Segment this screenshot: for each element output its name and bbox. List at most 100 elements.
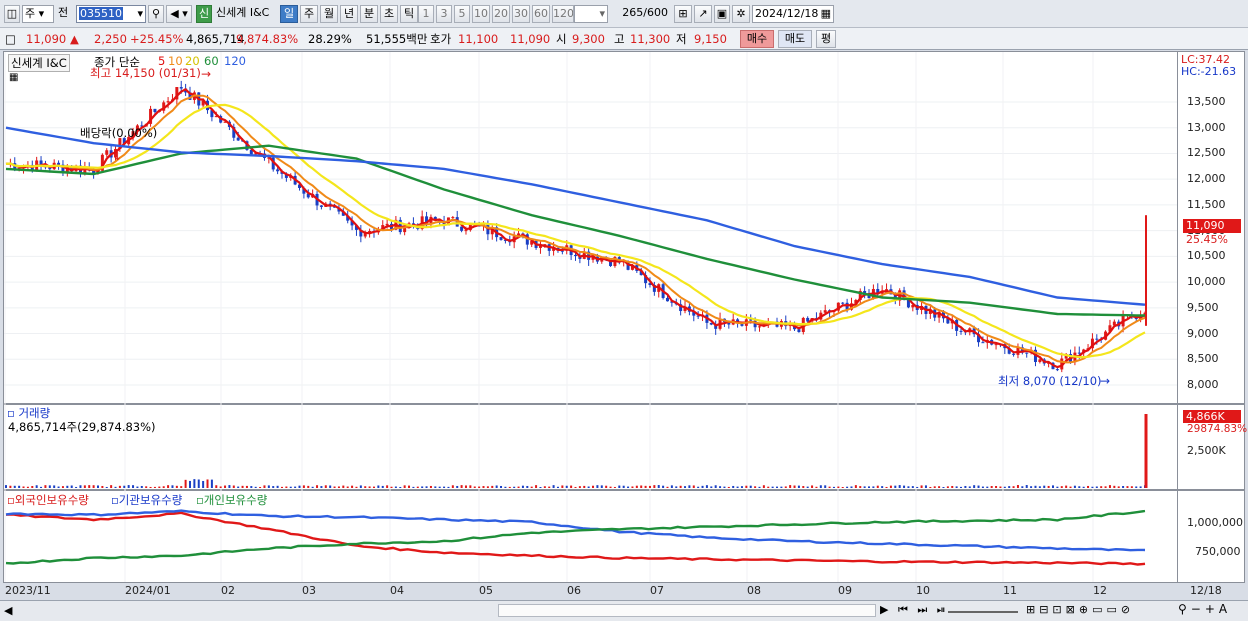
volume-bar [942,486,945,488]
volume-bar [254,486,257,488]
volume-bar [837,486,840,488]
x-tick-6: 06 [567,584,581,597]
volume-bar [40,486,43,488]
volume-bar [333,486,336,488]
volume-bar [854,485,857,488]
volume-bar [1034,485,1037,488]
volume-bar [110,485,113,488]
volume-bar [1100,486,1103,488]
volume-bar [298,485,301,488]
volume-bar [960,486,963,488]
volume-bar [180,486,183,488]
holding-line-2 [5,509,1146,565]
volume-bar [749,485,752,488]
volume-bar [609,486,612,488]
price-tick-1: 13,000 [1187,120,1226,134]
volume-bar [719,486,722,488]
volume-bar [1016,485,1019,488]
volume-bar [727,486,730,488]
candle-body [153,108,157,112]
volume-bar [224,485,227,488]
volume-bar [101,485,104,488]
volume-bar [583,485,586,488]
volume-bar [167,485,170,488]
bottom-scrollbar[interactable]: ◀ ▶ ⏮ ⏭ ⏯ ⊞⊟⊡⊠⊕▭▭⊘ ⚲−+A [0,600,1248,621]
volume-bar [780,486,783,488]
volume-bar [294,486,297,488]
candle-body [319,205,323,207]
tool-icons[interactable]: ⊞⊟⊡⊠⊕▭▭⊘ [1026,603,1134,616]
volume-bar [83,485,86,488]
volume-bar [1126,486,1129,488]
volume-bar [228,485,231,488]
zoom-slider[interactable] [948,605,1018,613]
price-tick-10: 8,500 [1187,352,1219,366]
volume-bar [920,485,923,488]
candle-body [665,297,669,302]
volume-bar [206,479,209,488]
candle-body [1012,353,1016,355]
volume-bar [951,485,954,488]
volume-bar [1060,486,1063,488]
x-tick-5: 05 [479,584,493,597]
volume-bar [675,486,678,488]
playback-controls[interactable]: ▶ ⏮ ⏭ ⏯ [880,603,949,617]
x-tick-10: 10 [916,584,930,597]
volume-bar [521,485,524,488]
scroll-thumb[interactable] [498,604,876,617]
volume-bar [710,486,713,488]
high-note: 최고 14,150 (01/31) [90,66,201,80]
volume-bar [872,486,875,488]
volume-bar [565,485,568,488]
x-tick-7: 07 [650,584,664,597]
volume-bar [500,485,503,488]
volume-bar [408,485,411,488]
volume-bar [1052,485,1055,488]
volume-bar [491,485,494,488]
volume-bar [342,485,345,488]
volume-bar [399,486,402,488]
volume-bar [263,485,266,488]
volume-bar [250,486,253,488]
volume-bar [22,486,25,488]
volume-bar [1122,486,1125,488]
volume-bar [876,485,879,488]
volume-bar [995,485,998,488]
volume-bar [1021,486,1024,488]
low-note: 최저 8,070 (12/10) [998,374,1102,388]
x-tick-13: 12/18 [1190,584,1222,597]
volume-bar [815,486,818,488]
volume-bar [421,486,424,488]
volume-bar [508,486,511,488]
volume-bar [889,485,892,488]
volume-bar [776,486,779,488]
volume-bar [754,486,757,488]
legend-individual-text: 개인보유수량 [203,493,268,507]
volume-bar [66,485,69,488]
price-tick-11: 8,000 [1187,378,1219,391]
volume-bar [811,485,814,488]
volume-bar [9,485,12,488]
volume-bar [539,486,542,488]
zoom-icons[interactable]: ⚲−+A [1178,602,1231,616]
legend-individual: ▫개인보유수량 [196,493,268,507]
x-tick-9: 09 [838,584,852,597]
candle-body [1038,359,1042,362]
grid-icon[interactable]: ▦ [9,72,18,83]
dividend-note: 배당락(0.00%) [80,126,158,140]
volume-bar [605,485,608,488]
volume-bar [981,486,984,488]
volume-bar [929,486,932,488]
volume-bar [640,485,643,488]
volume-bar [1135,486,1138,488]
candle-body [105,150,109,155]
hc-value: HC:-21.63 [1181,65,1237,78]
scroll-left-icon[interactable]: ◀ [4,604,12,617]
volume-bar [26,486,29,488]
volume-bar [486,486,489,488]
volume-bar [973,485,976,488]
volume-bar [482,486,485,488]
volume-bar [88,485,91,488]
volume-bar [903,485,906,488]
volume-bar [1130,486,1133,488]
